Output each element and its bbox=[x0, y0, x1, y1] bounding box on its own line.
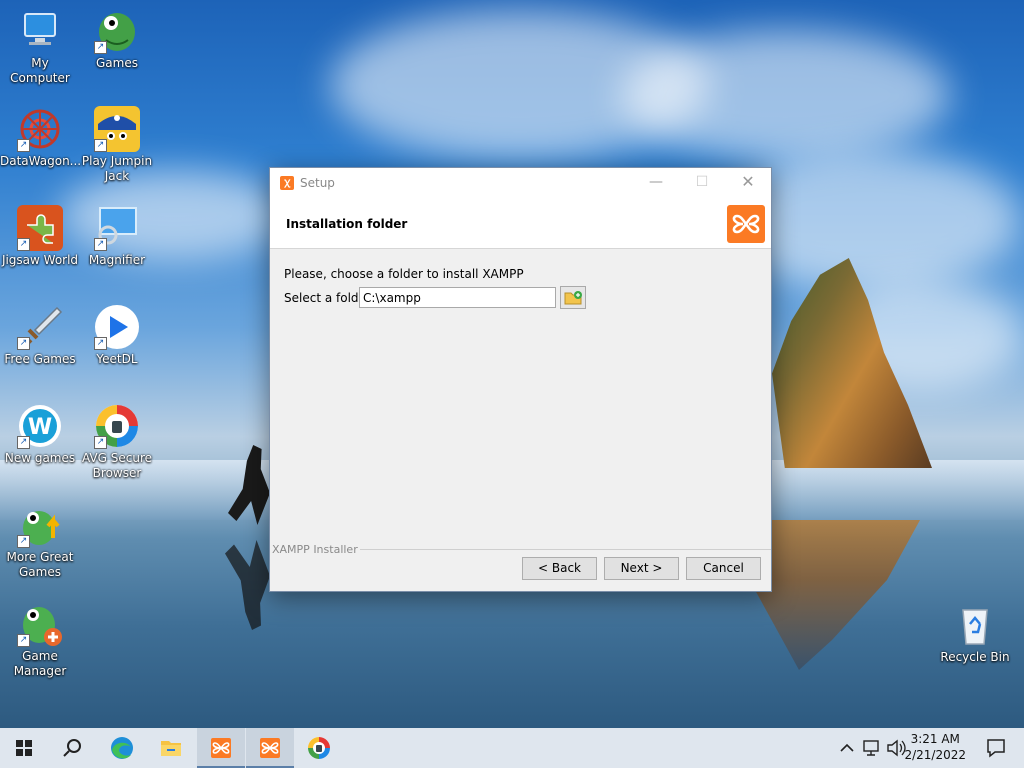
desktop-icon-label: Jigsaw World bbox=[1, 253, 79, 267]
install-prompt: Please, choose a folder to install XAMPP bbox=[284, 267, 524, 281]
recycle-bin-icon bbox=[952, 602, 998, 648]
wizard-header: Installation folder bbox=[270, 198, 771, 249]
shortcut-arrow-icon: ↗ bbox=[94, 41, 107, 54]
setup-window: ꭓ Setup — ☐ ✕ Installation folder Please… bbox=[269, 167, 772, 592]
browse-folder-button[interactable] bbox=[560, 286, 586, 309]
desktop-icon-new-games[interactable]: W ↗ New games bbox=[0, 403, 80, 466]
sword-icon: ↗ bbox=[17, 304, 63, 350]
wizard-content: Please, choose a folder to install XAMPP… bbox=[270, 249, 771, 549]
frog-icon: ↗ bbox=[94, 8, 140, 54]
desktop-icon-yeetdl[interactable]: ↗ YeetDL bbox=[77, 304, 157, 367]
desktop-icon-datawagon[interactable]: ↗ DataWagon... bbox=[0, 106, 82, 169]
clock-date: 2/21/2022 bbox=[904, 748, 966, 762]
shortcut-arrow-icon: ↗ bbox=[94, 238, 107, 251]
desktop-icon-label: Magnifier bbox=[88, 253, 146, 267]
desktop-icon-label: Game Manager bbox=[13, 649, 67, 678]
desktop-icon-jigsaw-world[interactable]: ↗ Jigsaw World bbox=[0, 205, 80, 268]
shortcut-arrow-icon: ↗ bbox=[94, 337, 107, 350]
xampp-setup-icon bbox=[260, 738, 280, 758]
search-button[interactable] bbox=[48, 728, 96, 768]
installer-label: XAMPP Installer bbox=[272, 543, 360, 556]
shortcut-arrow-icon: ↗ bbox=[17, 238, 30, 251]
minimize-button[interactable]: — bbox=[633, 168, 679, 198]
shortcut-arrow-icon: ↗ bbox=[17, 337, 30, 350]
close-button[interactable]: ✕ bbox=[725, 168, 771, 198]
shortcut-arrow-icon: ↗ bbox=[17, 634, 30, 647]
new-games-icon: W ↗ bbox=[17, 403, 63, 449]
jigsaw-icon: ↗ bbox=[17, 205, 63, 251]
desktop-icon-games[interactable]: ↗ Games bbox=[77, 8, 157, 71]
taskbar-clock[interactable]: 3:21 AM 2/21/2022 bbox=[904, 731, 966, 763]
taskbar-xampp-setup[interactable] bbox=[246, 728, 294, 768]
footer-divider bbox=[350, 549, 771, 550]
desktop-icon-label: Games bbox=[96, 56, 138, 70]
desktop-icon-recycle-bin[interactable]: Recycle Bin bbox=[935, 602, 1015, 665]
cancel-button[interactable]: Cancel bbox=[686, 557, 761, 580]
desktop-icon-label: My Computer bbox=[10, 56, 70, 85]
desktop-icon-label: Play Jumpin Jack bbox=[81, 154, 153, 183]
magnifier-icon: ↗ bbox=[94, 205, 140, 251]
avg-browser-icon: ↗ bbox=[94, 403, 140, 449]
desktop-icon-label: DataWagon... bbox=[0, 154, 82, 168]
network-icon bbox=[863, 740, 879, 756]
file-explorer-icon bbox=[161, 741, 181, 756]
wizard-footer: XAMPP Installer < Back Next > Cancel bbox=[270, 543, 771, 591]
jumpin-jack-icon: ↗ bbox=[94, 106, 140, 152]
datawagon-icon: ↗ bbox=[17, 106, 63, 152]
desktop-icon-label: More Great Games bbox=[6, 550, 74, 579]
folder-path-input[interactable] bbox=[359, 287, 556, 308]
shortcut-arrow-icon: ↗ bbox=[17, 139, 30, 152]
taskbar-edge[interactable] bbox=[98, 728, 146, 768]
avg-browser-icon bbox=[308, 737, 330, 759]
frog-arrow-icon: ↗ bbox=[17, 502, 63, 548]
edge-icon bbox=[111, 737, 133, 759]
taskbar-avg-browser[interactable] bbox=[295, 728, 343, 768]
clock-time: 3:21 AM bbox=[910, 732, 960, 746]
desktop-icon-label: Recycle Bin bbox=[940, 650, 1010, 664]
folder-browse-icon bbox=[564, 291, 582, 305]
shortcut-arrow-icon: ↗ bbox=[94, 436, 107, 449]
start-button[interactable] bbox=[0, 728, 48, 768]
desktop-icon-my-computer[interactable]: My Computer bbox=[0, 8, 80, 86]
tray-show-hidden[interactable] bbox=[836, 728, 858, 768]
tray-network[interactable] bbox=[860, 728, 884, 768]
search-icon bbox=[63, 739, 81, 757]
next-button[interactable]: Next > bbox=[604, 557, 679, 580]
desktop-icon-more-great-games[interactable]: ↗ More Great Games bbox=[0, 502, 80, 580]
taskbar-file-explorer[interactable] bbox=[147, 728, 195, 768]
chevron-up-icon bbox=[840, 743, 854, 752]
notification-icon bbox=[987, 739, 1005, 758]
taskbar-xampp[interactable] bbox=[197, 728, 245, 768]
start-icon bbox=[16, 740, 32, 756]
xampp-icon bbox=[211, 738, 231, 758]
svg-text:W: W bbox=[28, 415, 52, 440]
maximize-button[interactable]: ☐ bbox=[679, 168, 725, 198]
computer-icon bbox=[17, 8, 63, 54]
title-bar[interactable]: ꭓ Setup — ☐ ✕ bbox=[270, 168, 771, 198]
back-button[interactable]: < Back bbox=[522, 557, 597, 580]
page-title: Installation folder bbox=[286, 217, 408, 231]
desktop-icon-label: Free Games bbox=[4, 352, 76, 366]
desktop-icon-avg-secure-browser[interactable]: ↗ AVG Secure Browser bbox=[77, 403, 157, 481]
desktop-icon-play-jumpin-jack[interactable]: ↗ Play Jumpin Jack bbox=[77, 106, 157, 184]
xampp-logo-icon bbox=[727, 205, 765, 243]
action-center-button[interactable] bbox=[976, 728, 1016, 768]
folder-label: Select a folder bbox=[284, 291, 371, 305]
shortcut-arrow-icon: ↗ bbox=[94, 139, 107, 152]
taskbar: 3:21 AM 2/21/2022 bbox=[0, 728, 1024, 768]
desktop-icon-magnifier[interactable]: ↗ Magnifier bbox=[77, 205, 157, 268]
window-title: Setup bbox=[300, 176, 335, 190]
desktop-icon-label: New games bbox=[4, 451, 76, 465]
shortcut-arrow-icon: ↗ bbox=[17, 535, 30, 548]
desktop-icon-free-games[interactable]: ↗ Free Games bbox=[0, 304, 80, 367]
desktop-icon-label: YeetDL bbox=[96, 352, 138, 366]
xampp-app-icon: ꭓ bbox=[280, 176, 294, 190]
shortcut-arrow-icon: ↗ bbox=[17, 436, 30, 449]
desktop-icon-label: AVG Secure Browser bbox=[81, 451, 153, 480]
frog-plus-icon: ↗ bbox=[17, 601, 63, 647]
desktop-icon-game-manager[interactable]: ↗ Game Manager bbox=[0, 601, 80, 679]
yeetdl-icon: ↗ bbox=[94, 304, 140, 350]
